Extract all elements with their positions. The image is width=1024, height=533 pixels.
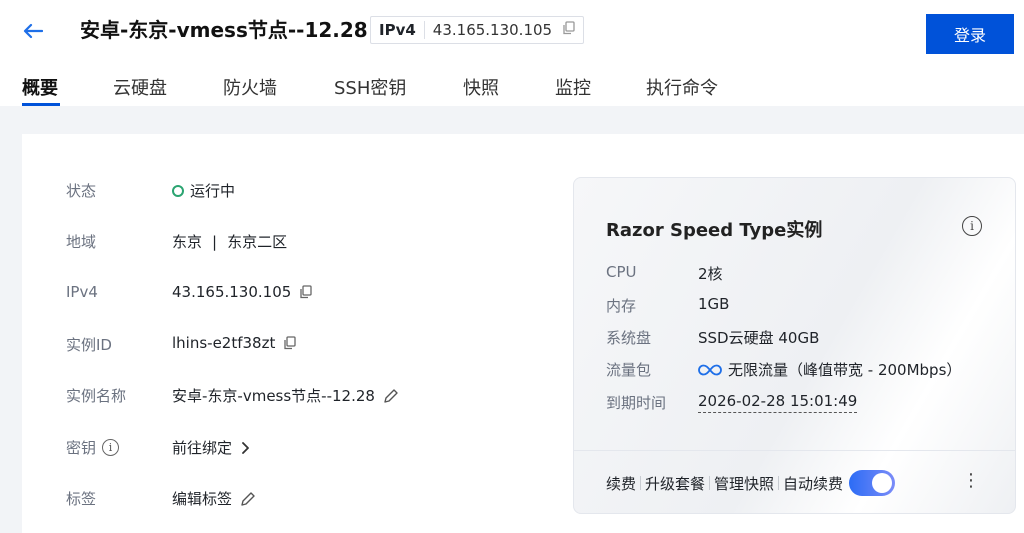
action-separator: [778, 476, 780, 490]
auto-renew-toggle[interactable]: [849, 470, 896, 496]
ip-chip-label: IPv4: [379, 21, 425, 39]
ip-chip: IPv4 43.165.130.105: [370, 16, 585, 44]
region-city: 东京: [172, 233, 203, 251]
action-separator: [709, 476, 711, 490]
region-value: 东京 | 东京二区: [172, 231, 287, 252]
action-separator: [640, 476, 642, 490]
chevron-right-icon: [240, 441, 250, 454]
info-icon[interactable]: i: [102, 439, 120, 456]
instance-name-value: 安卓-东京-vmess节点--12.28: [172, 385, 399, 406]
login-button[interactable]: 登录: [926, 14, 1014, 54]
status-label: 状态: [66, 182, 97, 200]
copy-icon[interactable]: [562, 21, 575, 39]
page-title: 安卓-东京-vmess节点--12.28: [80, 18, 368, 42]
instance-spec-card: Razor Speed Type实例 i CPU 2核 内存 1GB 系统盘 S…: [573, 177, 1016, 514]
memory-label: 内存: [606, 297, 637, 315]
traffic-label: 流量包: [606, 361, 652, 379]
region-separator: |: [212, 232, 218, 251]
auto-renew-label: 自动续费: [783, 474, 844, 493]
instance-id-text: lhins-e2tf38zt: [172, 334, 276, 352]
traffic-value: 无限流量（峰值带宽 - 200Mbps）: [698, 359, 961, 380]
tab-overview[interactable]: 概要: [22, 74, 58, 100]
toggle-knob: [872, 473, 893, 493]
key-value[interactable]: 前往绑定: [172, 437, 250, 458]
instance-id-value: lhins-e2tf38zt: [172, 334, 297, 352]
infinity-icon: [698, 364, 722, 376]
system-disk-value: SSD云硬盘 40GB: [698, 329, 820, 347]
region-label: 地域: [66, 233, 97, 251]
info-icon[interactable]: i: [962, 216, 982, 236]
key-label-wrap: 密钥 i: [66, 437, 120, 458]
traffic-text: 无限流量（峰值带宽 - 200Mbps）: [728, 361, 962, 379]
back-arrow-icon[interactable]: [20, 18, 46, 44]
tab-firewall[interactable]: 防火墙: [223, 74, 277, 100]
region-zone: 东京二区: [227, 233, 288, 251]
tab-run-command[interactable]: 执行命令: [646, 74, 718, 100]
instance-name-text: 安卓-东京-vmess节点--12.28: [172, 387, 375, 405]
overview-panel: 状态 运行中 地域 东京 | 东京二区 IPv4 43.165.130.105 …: [22, 134, 1024, 533]
card-divider: [574, 450, 1015, 451]
running-status-icon: [172, 184, 184, 197]
tab-cloud-disk[interactable]: 云硬盘: [113, 74, 167, 100]
tab-ssh-key[interactable]: SSH密钥: [334, 74, 406, 100]
ipv4-address: 43.165.130.105: [172, 283, 292, 301]
tag-value[interactable]: 编辑标签: [172, 488, 256, 509]
card-title: Razor Speed Type实例: [606, 220, 823, 241]
expire-value: 2026-02-28 15:01:49: [698, 392, 858, 413]
ipv4-label: IPv4: [66, 283, 98, 301]
card-actions: 续费 升级套餐 管理快照 自动续费: [606, 470, 896, 496]
expire-time: 2026-02-28 15:01:49: [698, 392, 858, 413]
expire-label: 到期时间: [606, 394, 667, 412]
ipv4-value: 43.165.130.105: [172, 283, 312, 301]
more-options-icon[interactable]: ⋮: [962, 470, 980, 491]
tag-label: 标签: [66, 490, 97, 508]
copy-icon[interactable]: [299, 285, 312, 299]
tab-monitor[interactable]: 监控: [555, 74, 591, 100]
cpu-label: CPU: [606, 263, 637, 281]
memory-value: 1GB: [698, 295, 730, 313]
edit-tag-link[interactable]: 编辑标签: [172, 488, 232, 509]
tab-snapshot[interactable]: 快照: [463, 74, 499, 100]
ip-chip-value: 43.165.130.105: [432, 21, 553, 39]
status-text: 运行中: [190, 182, 236, 200]
active-tab-indicator: [22, 103, 60, 106]
instance-name-label: 实例名称: [66, 387, 127, 405]
cpu-value: 2核: [698, 265, 723, 283]
instance-id-label: 实例ID: [66, 336, 112, 354]
page-header: 安卓-东京-vmess节点--12.28 IPv4 43.165.130.105…: [0, 0, 1024, 106]
renew-button[interactable]: 续费: [606, 473, 636, 494]
manage-snapshot-button[interactable]: 管理快照: [714, 473, 774, 494]
upgrade-plan-button[interactable]: 升级套餐: [645, 473, 705, 494]
status-value: 运行中: [172, 180, 235, 201]
edit-pencil-icon[interactable]: [383, 388, 399, 404]
key-label: 密钥: [66, 439, 97, 457]
copy-icon[interactable]: [283, 336, 297, 350]
system-disk-label: 系统盘: [606, 329, 652, 347]
edit-pencil-icon[interactable]: [240, 491, 256, 507]
bind-key-link[interactable]: 前往绑定: [172, 437, 232, 458]
